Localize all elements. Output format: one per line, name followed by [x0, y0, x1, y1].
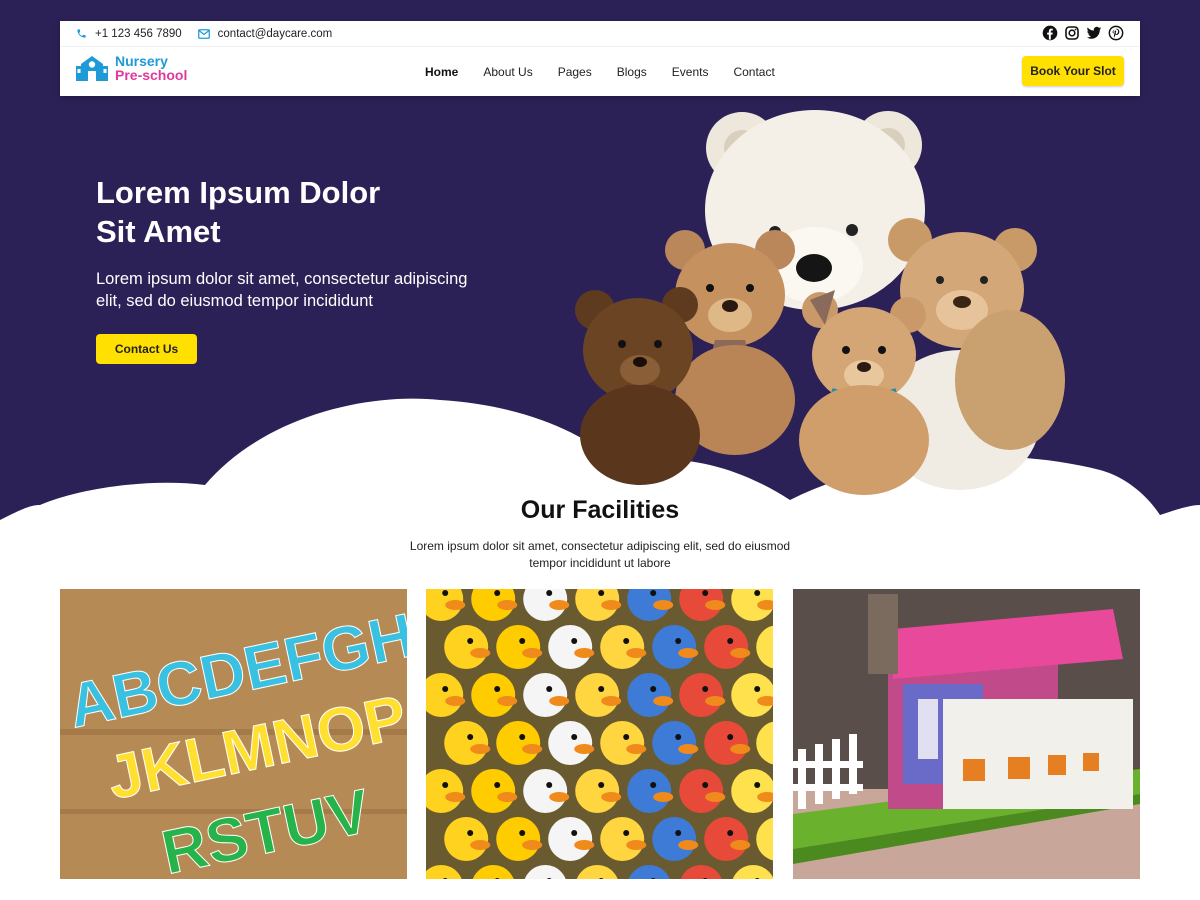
facility-image-rubber-ducks[interactable] — [426, 589, 773, 879]
facebook-icon[interactable] — [1042, 25, 1058, 41]
nav-pages[interactable]: Pages — [558, 65, 592, 79]
teddy-bears-image — [575, 110, 1065, 495]
nav-blogs[interactable]: Blogs — [617, 65, 647, 79]
phone-icon — [77, 29, 86, 38]
nav-home[interactable]: Home — [425, 65, 458, 79]
phone-contact[interactable]: +1 123 456 7890 — [76, 28, 182, 40]
contact-us-button[interactable]: Contact Us — [96, 334, 197, 364]
nav-about-us[interactable]: About Us — [483, 65, 532, 79]
header-card: +1 123 456 7890 contact@daycare.com Nurs… — [60, 21, 1140, 96]
hero-title-line-1: Lorem Ipsum Dolor — [96, 175, 381, 210]
instagram-icon[interactable] — [1064, 25, 1080, 41]
header-divider — [60, 46, 1140, 47]
logo-line-2: Pre-school — [115, 67, 188, 83]
hero-title: Lorem Ipsum Dolor Sit Amet — [96, 173, 496, 251]
top-bar: +1 123 456 7890 contact@daycare.com — [60, 21, 1140, 46]
hero-subtitle: Lorem ipsum dolor sit amet, consectetur … — [96, 270, 468, 310]
twitter-icon[interactable] — [1086, 25, 1102, 41]
site-logo[interactable]: Nursery Pre-school — [75, 54, 187, 82]
email-contact[interactable]: contact@daycare.com — [197, 27, 333, 40]
social-links — [1042, 25, 1124, 41]
book-your-slot-button[interactable]: Book Your Slot — [1022, 56, 1124, 86]
main-nav: Home About Us Pages Blogs Events Contact — [425, 65, 775, 79]
facilities-subtitle: Lorem ipsum dolor sit amet, consectetur … — [409, 539, 791, 570]
phone-number: +1 123 456 7890 — [95, 27, 182, 40]
nav-events[interactable]: Events — [672, 65, 709, 79]
email-address: contact@daycare.com — [217, 27, 333, 40]
envelope-icon — [197, 28, 210, 39]
school-building-icon — [76, 56, 108, 81]
logo-text: Nursery Pre-school — [115, 54, 187, 82]
logo-line-1: Nursery — [115, 53, 168, 69]
facilities-title: Our Facilities — [520, 496, 680, 524]
hero-title-line-2: Sit Amet — [96, 214, 221, 249]
facility-image-toy-house[interactable] — [793, 589, 1140, 879]
nav-contact[interactable]: Contact — [733, 65, 774, 79]
pinterest-icon[interactable] — [1108, 25, 1124, 41]
facility-image-alphabet[interactable]: ABCDEFGH JKLMNOP RSTUV — [60, 589, 407, 879]
